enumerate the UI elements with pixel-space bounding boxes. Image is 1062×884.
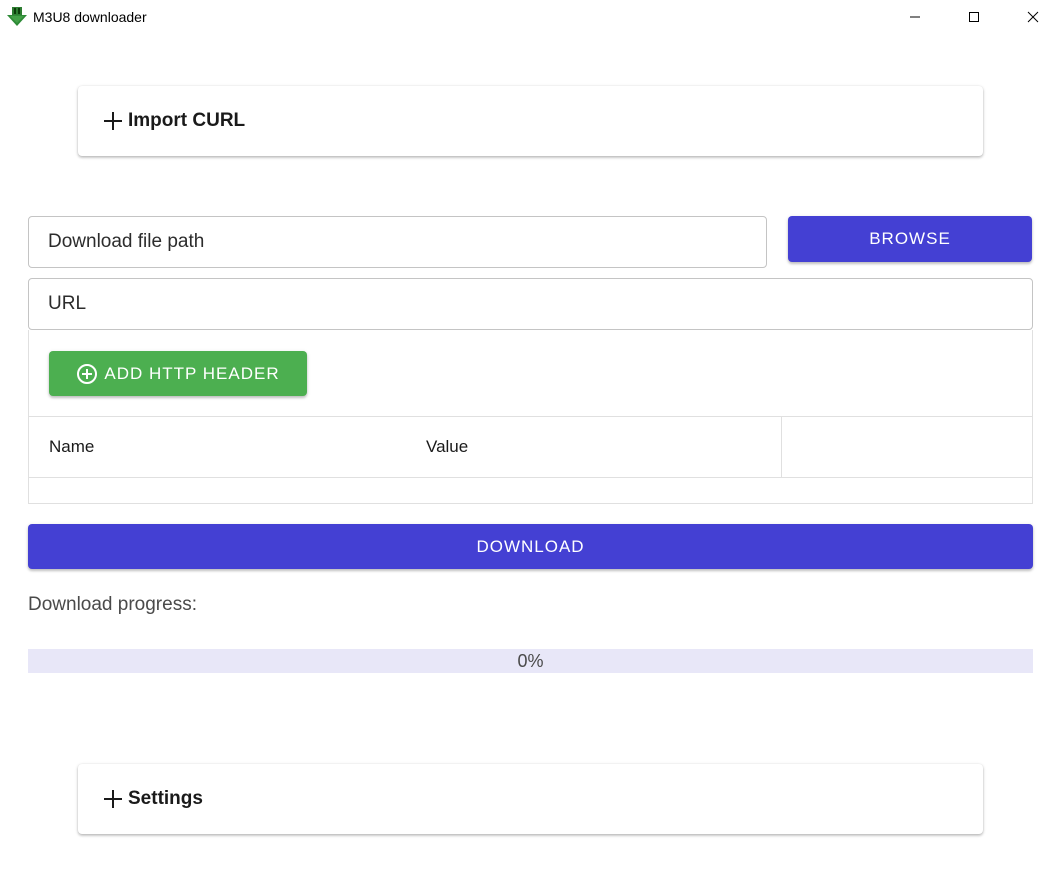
maximize-icon[interactable] [951,0,997,34]
close-icon[interactable] [1010,0,1056,34]
add-http-header-label: ADD HTTP HEADER [104,363,280,383]
progress-percent: 0% [517,651,544,671]
add-http-header-button[interactable]: ADD HTTP HEADER [49,351,307,396]
url-input[interactable] [28,278,1033,330]
download-path-input[interactable] [28,216,767,268]
minimize-icon[interactable] [892,0,938,34]
download-arrow-icon [6,6,28,28]
plus-icon [102,110,124,132]
settings-label: Settings [128,788,203,809]
import-curl-label: Import CURL [128,110,246,131]
import-curl-accordion[interactable]: Import CURL [78,86,983,156]
progress-bar: 0% [28,649,1033,673]
browse-button[interactable]: BROWSE [788,216,1032,262]
download-button[interactable]: DOWNLOAD [28,524,1033,569]
column-divider [781,417,782,477]
download-progress-label: Download progress: [28,594,197,615]
headers-table-header: Name Value [29,416,1032,478]
circle-plus-icon [76,363,98,385]
column-header-value: Value [426,437,469,456]
app-window: M3U8 downloader Import CURL BROWSE Name … [0,0,1062,884]
plus-icon [102,788,124,810]
column-header-name: Name [49,437,95,456]
settings-accordion[interactable]: Settings [78,764,983,834]
title-bar: M3U8 downloader [0,0,1062,34]
window-title: M3U8 downloader [33,9,147,25]
